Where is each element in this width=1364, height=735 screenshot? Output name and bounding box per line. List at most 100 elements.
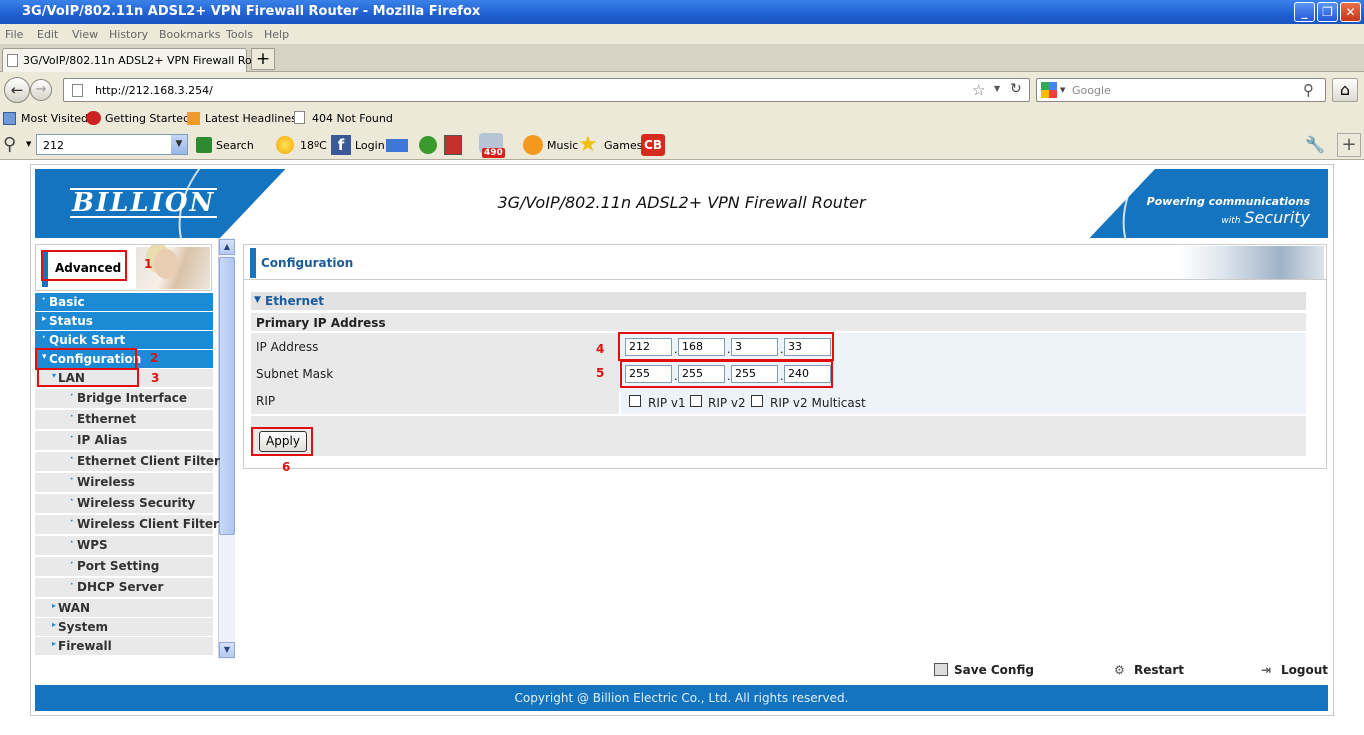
youtube-icon[interactable] xyxy=(444,135,462,155)
sidebar-item-wireless-client-filter[interactable]: · Wireless Client Filter xyxy=(35,515,219,536)
mail-icon[interactable] xyxy=(386,139,408,152)
sidebar-label: Wireless Security xyxy=(77,496,196,510)
music-icon[interactable] xyxy=(523,135,543,155)
scroll-down-icon[interactable]: ▼ xyxy=(219,642,235,658)
ethernet-section-header[interactable]: ▼ Ethernet xyxy=(251,292,1306,310)
games-star-icon[interactable]: ★ xyxy=(578,132,598,157)
bookmark-star-icon[interactable]: ☆ xyxy=(972,81,985,99)
restart-link[interactable]: ⚙ Restart xyxy=(1114,663,1184,677)
toolbar-music[interactable]: Music xyxy=(547,139,578,152)
bookmark-latest-headlines[interactable]: Latest Headlines xyxy=(205,112,297,125)
rip-v1-checkbox[interactable] xyxy=(629,395,641,407)
sidebar-item-ethernet-client-filter[interactable]: · Ethernet Client Filter xyxy=(35,452,220,473)
sidebar-scrollbar[interactable]: ▲ ▼ xyxy=(218,238,235,659)
rip-v2-checkbox[interactable] xyxy=(690,395,702,407)
rip-row: RIP RIP v1 RIP v2 RIP v2 Multicast xyxy=(251,387,1306,414)
logout-label: Logout xyxy=(1281,663,1329,677)
logout-icon: ⇥ xyxy=(1261,663,1272,677)
scroll-thumb[interactable] xyxy=(219,257,235,535)
tagline-with: with xyxy=(1221,216,1241,226)
toolbar-search-label[interactable]: Search xyxy=(216,139,254,152)
bookmark-404[interactable]: 404 Not Found xyxy=(312,112,393,125)
menu-bookmarks[interactable]: Bookmarks xyxy=(159,28,220,41)
rip-v2-multicast-checkbox[interactable] xyxy=(751,395,763,407)
chevron-down-icon[interactable]: ▼ xyxy=(171,135,187,154)
sidebar-item-bridge-interface[interactable]: · Bridge Interface xyxy=(35,389,213,410)
bookmark-getting-started[interactable]: Getting Started xyxy=(105,112,190,125)
sidebar-item-wan[interactable]: ▸ WAN xyxy=(35,599,213,618)
bookmark-most-visited[interactable]: Most Visited xyxy=(21,112,88,125)
chevron-right-icon: ▸ xyxy=(52,601,57,610)
sidebar-item-wireless[interactable]: · Wireless xyxy=(35,473,213,494)
search-go-icon[interactable] xyxy=(196,137,212,153)
weather-sun-icon[interactable] xyxy=(276,136,294,154)
url-text: http://212.168.3.254/ xyxy=(95,84,213,97)
bookmarks-bar: Most Visited Getting Started Latest Head… xyxy=(0,107,1364,130)
engine-dropdown-icon[interactable]: ▼ xyxy=(1060,86,1065,94)
navigation-bar: ← → http://212.168.3.254/ ☆ ▼ ↻ ▼ Google… xyxy=(0,72,1364,107)
sidebar-item-status[interactable]: ▸ Status xyxy=(35,312,213,331)
sidebar-item-wps[interactable]: · WPS xyxy=(35,536,213,557)
sidebar-item-system[interactable]: ▸ System xyxy=(35,618,213,637)
tagline-top: Powering communications xyxy=(1146,195,1310,208)
restart-label: Restart xyxy=(1134,663,1185,677)
menu-view[interactable]: View xyxy=(72,28,98,41)
sidebar-label: Quick Start xyxy=(49,333,126,347)
menu-edit[interactable]: Edit xyxy=(37,28,58,41)
sidebar-item-port-setting[interactable]: · Port Setting xyxy=(35,557,213,578)
sidebar-item-wireless-security[interactable]: · Wireless Security xyxy=(35,494,213,515)
chevron-down-icon: ▼ xyxy=(254,295,261,305)
toolbar-login[interactable]: Login xyxy=(355,139,385,152)
minimize-button[interactable]: _ xyxy=(1294,2,1315,22)
sidebar-label: WAN xyxy=(58,601,91,615)
rip-v1-label: RIP v1 xyxy=(648,396,686,410)
sidebar-label: Ethernet Client Filter xyxy=(77,454,220,468)
apply-row xyxy=(251,416,1306,456)
tab-router[interactable]: 3G/VoIP/802.11n ADSL2+ VPN Firewall Rout… xyxy=(2,48,274,72)
google-icon[interactable] xyxy=(1041,82,1057,98)
url-bar[interactable]: http://212.168.3.254/ ☆ ▼ ↻ xyxy=(63,78,1030,102)
add-toolbar-icon[interactable]: + xyxy=(1337,133,1361,157)
back-button[interactable]: ← xyxy=(4,77,30,103)
search-go-icon[interactable]: ⚲ xyxy=(1303,81,1314,99)
search-dropdown-icon[interactable]: ▼ xyxy=(26,140,31,148)
annotation-2: 2 xyxy=(150,351,159,365)
menu-file[interactable]: File xyxy=(5,28,23,41)
sidebar-item-ip-alias[interactable]: · IP Alias xyxy=(35,431,213,452)
logout-link[interactable]: ⇥ Logout xyxy=(1261,663,1328,677)
sidebar-label: Wireless xyxy=(77,475,135,489)
bullet-icon: · xyxy=(42,295,46,305)
page-icon xyxy=(294,111,305,124)
save-config-link[interactable]: Save Config xyxy=(934,663,1034,677)
search-placeholder: Google xyxy=(1072,84,1111,97)
close-button[interactable]: ✕ xyxy=(1340,2,1361,22)
forward-button[interactable]: → xyxy=(30,79,52,101)
wrench-icon[interactable]: 🔧 xyxy=(1305,135,1325,154)
sidebar-label: System xyxy=(58,620,108,634)
sidebar-item-basic[interactable]: · Basic xyxy=(35,293,213,312)
sidebar-item-firewall[interactable]: ▸ Firewall xyxy=(35,637,213,656)
search-icon[interactable]: ⚲ xyxy=(3,134,16,155)
menu-help[interactable]: Help xyxy=(264,28,289,41)
new-tab-button[interactable]: + xyxy=(251,48,275,70)
url-dropdown-icon[interactable]: ▼ xyxy=(994,84,1000,93)
annotation-3: 3 xyxy=(151,371,160,385)
cb-icon[interactable]: CB xyxy=(641,134,665,156)
facebook-icon[interactable]: f xyxy=(331,135,351,155)
reload-icon[interactable]: ↻ xyxy=(1010,81,1022,97)
bullet-icon: · xyxy=(70,559,74,569)
home-icon[interactable]: ⌂ xyxy=(1332,78,1358,102)
search-bar[interactable]: ▼ Google ⚲ xyxy=(1036,78,1326,102)
chevron-right-icon: ▸ xyxy=(52,639,57,648)
maximize-button[interactable]: ❐ xyxy=(1317,2,1338,22)
page-title: Configuration xyxy=(261,256,354,270)
sidebar-item-dhcp-server[interactable]: · DHCP Server xyxy=(35,578,213,599)
menu-tools[interactable]: Tools xyxy=(226,28,253,41)
menu-history[interactable]: History xyxy=(109,28,148,41)
utorrent-icon[interactable] xyxy=(419,136,437,154)
scroll-up-icon[interactable]: ▲ xyxy=(219,239,235,255)
toolbar-search-combo[interactable]: 212 ▼ xyxy=(36,134,188,155)
annotation-4: 4 xyxy=(596,342,605,356)
toolbar-games[interactable]: Games xyxy=(604,139,642,152)
sidebar-item-ethernet[interactable]: · Ethernet xyxy=(35,410,213,431)
